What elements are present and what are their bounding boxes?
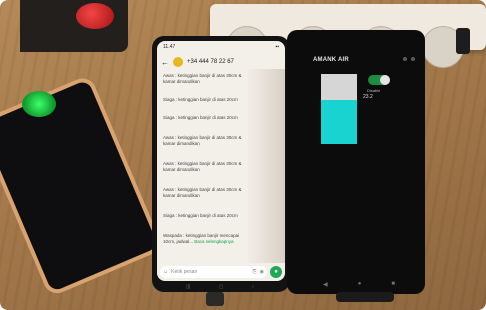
info-icon[interactable]	[411, 57, 415, 61]
usb-cable	[206, 292, 224, 306]
pump-toggle[interactable]	[368, 75, 390, 85]
photo-scene: 11.47 ▪▪ ← +34 444 78 22 67 Awas : ketin…	[0, 0, 486, 310]
toggle-label: Disable	[367, 88, 381, 93]
back-icon[interactable]: ←	[161, 58, 169, 67]
status-icons: ▪▪	[275, 44, 279, 50]
monitor-phone: AMANK AIR Disable 23.2 ◀ ● ■	[287, 30, 425, 294]
contact-name[interactable]: +34 444 78 22 67	[187, 59, 234, 65]
usb-cable	[336, 292, 394, 302]
power-strip-switch	[456, 28, 470, 54]
water-reading: 23.2	[363, 94, 373, 100]
green-indicator-light	[22, 91, 56, 117]
nav-recent-icon[interactable]: ■	[391, 281, 395, 288]
input-placeholder: Ketik pesan	[171, 269, 198, 275]
status-bar: 11.47 ▪▪	[157, 41, 285, 53]
chat-message: Awas : ketinggian banjir di atas 30cm & …	[163, 73, 242, 84]
camera-icon[interactable]: ◉	[260, 269, 264, 275]
android-nav-bar: ◀ ● ■	[323, 281, 395, 288]
nav-recent-icon[interactable]: |||	[186, 284, 190, 290]
chat-screen: 11.47 ▪▪ ← +34 444 78 22 67 Awas : ketin…	[157, 41, 285, 281]
water-level-fill	[321, 99, 357, 144]
settings-icon[interactable]	[403, 57, 407, 61]
app-title: AMANK AIR	[313, 57, 349, 63]
emoji-icon[interactable]: ☺	[163, 269, 168, 275]
nav-home-icon[interactable]: ●	[358, 281, 362, 288]
mic-icon[interactable]: ●	[270, 266, 282, 278]
chat-body: Awas : ketinggian banjir di atas 30cm & …	[157, 69, 285, 263]
android-nav-bar: ||| ▢ ‹	[172, 284, 268, 290]
chat-message: Siaga : ketinggian banjir di atas 20cm	[163, 115, 238, 120]
nav-home-icon[interactable]: ▢	[219, 284, 224, 290]
chat-message: Siaga : ketinggian banjir di atas 20cm	[163, 97, 238, 102]
message-input[interactable]: ☺ Ketik pesan ⎘ ◉	[160, 266, 267, 278]
chat-message: Awas : ketinggian banjir di atas 30cm & …	[163, 161, 242, 172]
red-button	[76, 3, 114, 29]
chat-phone: 11.47 ▪▪ ← +34 444 78 22 67 Awas : ketin…	[152, 36, 290, 292]
chat-message: Awas : ketinggian banjir di atas 30cm & …	[163, 187, 242, 198]
nav-back-icon[interactable]: ◀	[323, 281, 328, 288]
avatar[interactable]	[173, 57, 183, 67]
control-box	[20, 0, 128, 52]
read-more-link[interactable]: Baca selengkapnya	[194, 239, 233, 244]
chat-message-last: Waspada : ketinggian banjir mencapai 10c…	[163, 233, 240, 244]
app-header-icons	[403, 57, 415, 61]
chat-message: Awas : ketinggian banjir di atas 30cm & …	[163, 135, 242, 146]
message-input-bar: ☺ Ketik pesan ⎘ ◉ ●	[160, 265, 282, 279]
status-time: 11.47	[163, 44, 176, 50]
attach-icon[interactable]: ⎘	[253, 269, 257, 275]
nav-back-icon[interactable]: ‹	[252, 284, 254, 290]
water-tank	[321, 74, 357, 144]
toggle-knob[interactable]	[380, 75, 390, 85]
chat-message: Siaga : ketinggian banjir di atas 20cm	[163, 213, 238, 218]
